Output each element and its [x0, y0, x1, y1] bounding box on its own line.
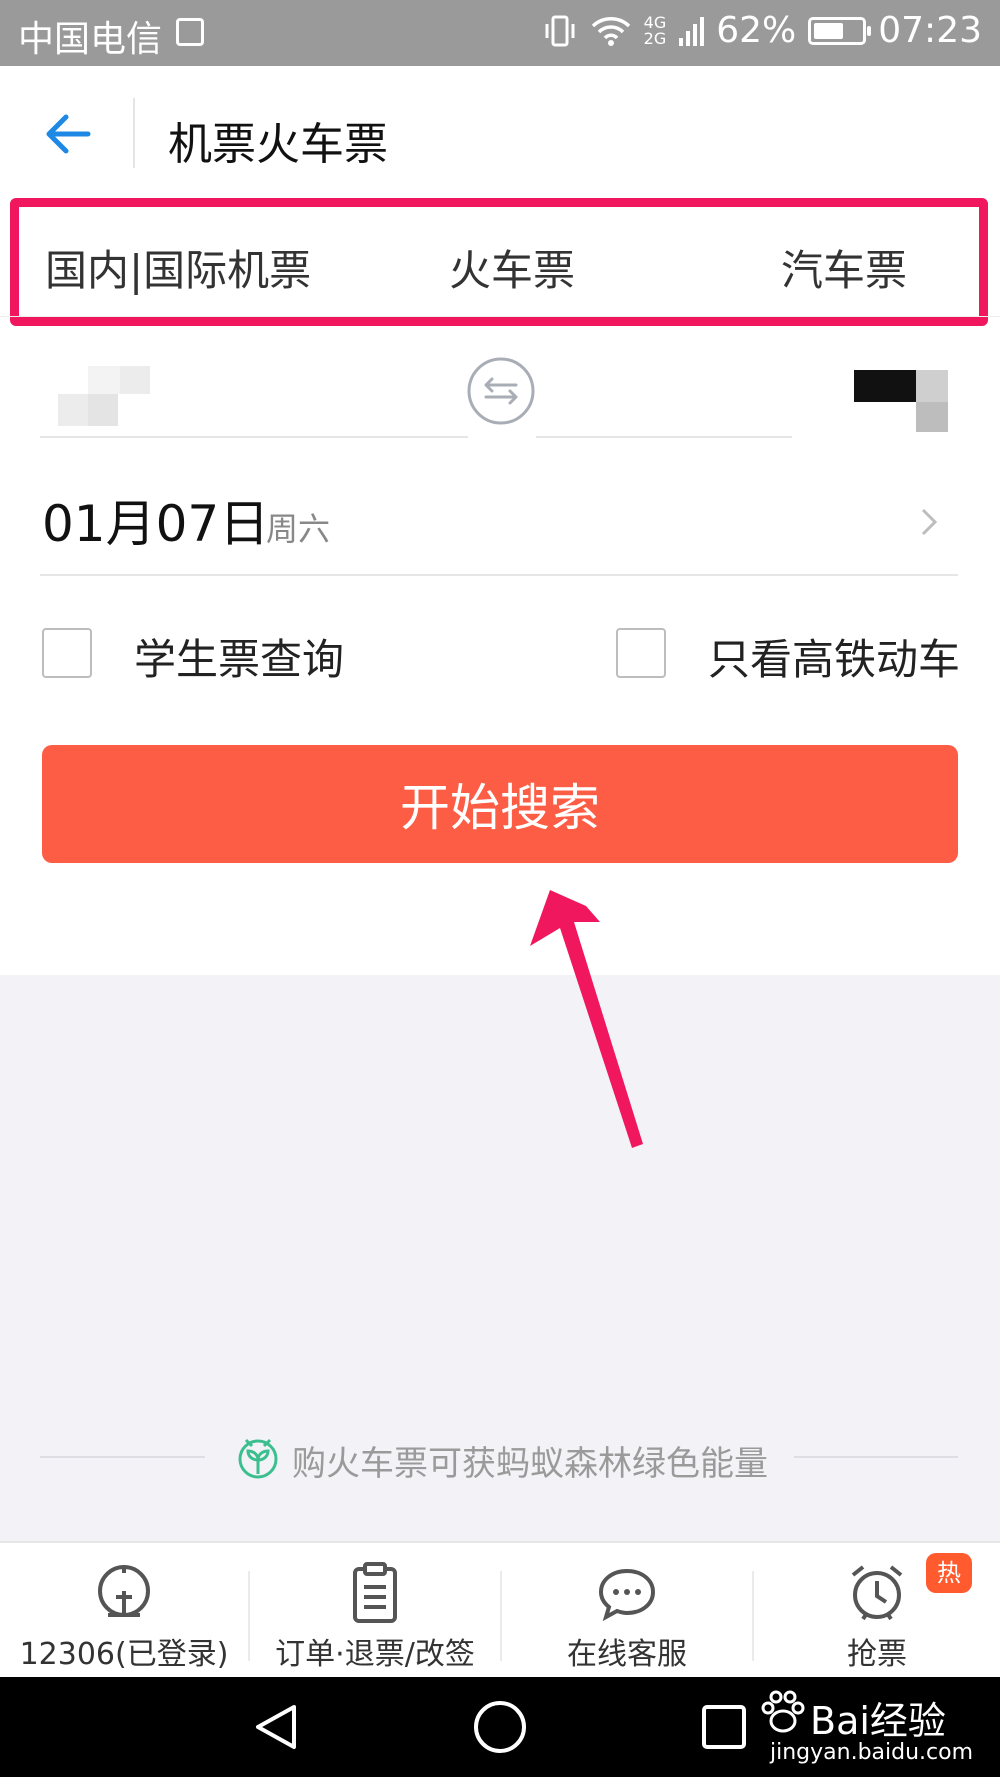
- arrival-station-field[interactable]: [536, 360, 792, 438]
- bottom-nav: 12306(已登录) 订单·退票/改签 在线客服 抢票: [0, 1541, 1000, 1679]
- ant-forest-promo: 购火车票可获蚂蚁森林绿色能量: [0, 1430, 1000, 1490]
- nav-customer-service-label: 在线客服: [567, 1637, 687, 1672]
- nav-grab-tickets-label: 抢票: [847, 1637, 907, 1672]
- departure-station-blurred: [58, 366, 150, 426]
- signal-icon: [679, 16, 705, 46]
- chat-icon: [598, 1568, 656, 1622]
- watermark-url: jingyan.baidu.com: [770, 1740, 974, 1765]
- arrival-station-blurred: [854, 370, 948, 432]
- travel-date: 01月07日: [42, 495, 270, 553]
- nav-12306[interactable]: 12306(已登录): [0, 1543, 248, 1679]
- train-icon: [98, 1565, 150, 1617]
- system-back-icon[interactable]: [250, 1701, 302, 1753]
- page-title: 机票火车票: [168, 119, 388, 170]
- clock: 07:23: [878, 10, 982, 51]
- sprout-icon: [238, 1438, 278, 1479]
- watermark-brand: Bai经验: [810, 1699, 946, 1743]
- paw-icon: [761, 1690, 805, 1733]
- network-type: 4G 2G: [643, 14, 667, 48]
- battery-percent: 62%: [716, 10, 797, 51]
- tabs-divider: [0, 316, 1000, 317]
- battery-icon: [808, 16, 872, 45]
- nav-12306-label: 12306(已登录): [19, 1637, 229, 1672]
- swap-stations-icon[interactable]: [466, 356, 536, 426]
- promo-divider-left: [40, 1456, 205, 1458]
- tab-flights[interactable]: 国内|国际机票: [45, 237, 311, 298]
- nav-orders[interactable]: 订单·退票/改签: [250, 1543, 500, 1679]
- image-notification-icon: [176, 18, 204, 46]
- clipboard-icon: [353, 1562, 397, 1623]
- network-2g-label: 2G: [643, 28, 667, 48]
- ticket-type-tabs: 国内|国际机票 火车票 汽车票: [10, 198, 988, 326]
- status-bar-right: 4G 2G 62% 07:23: [542, 10, 982, 51]
- student-ticket-checkbox[interactable]: [42, 628, 92, 678]
- tab-bus[interactable]: 汽车票: [781, 237, 907, 298]
- student-ticket-label[interactable]: 学生票查询: [134, 626, 344, 687]
- nav-orders-label: 订单·退票/改签: [275, 1637, 475, 1672]
- wifi-icon: [591, 16, 630, 46]
- alarm-clock-icon: [851, 1565, 903, 1621]
- baidu-watermark: Bai经验 jingyan.baidu.com: [758, 1690, 988, 1774]
- hot-badge: 热: [926, 1553, 972, 1593]
- high-speed-only-label[interactable]: 只看高铁动车: [708, 626, 960, 687]
- system-home-icon[interactable]: [472, 1699, 528, 1755]
- promo-text: 购火车票可获蚂蚁森林绿色能量: [292, 1444, 768, 1484]
- system-recents-icon[interactable]: [700, 1703, 748, 1751]
- carrier-label: 中国电信: [18, 19, 163, 60]
- vibrate-icon: [545, 15, 575, 46]
- date-selector[interactable]: 01月07日 周六: [40, 470, 958, 576]
- app-header: 机票火车票: [0, 66, 1000, 202]
- battery-fill: [814, 22, 843, 39]
- high-speed-only-checkbox[interactable]: [616, 628, 666, 678]
- chevron-right-icon: [921, 508, 938, 536]
- tab-train[interactable]: 火车票: [449, 237, 575, 298]
- nav-customer-service[interactable]: 在线客服: [502, 1543, 752, 1679]
- search-button[interactable]: 开始搜索: [42, 745, 958, 863]
- status-bar: 中国电信 4G 2G 62% 07:23: [0, 0, 1000, 66]
- header-divider: [133, 98, 135, 168]
- back-arrow-icon[interactable]: [40, 106, 96, 162]
- promo-divider-right: [794, 1456, 958, 1458]
- travel-weekday: 周六: [266, 510, 331, 548]
